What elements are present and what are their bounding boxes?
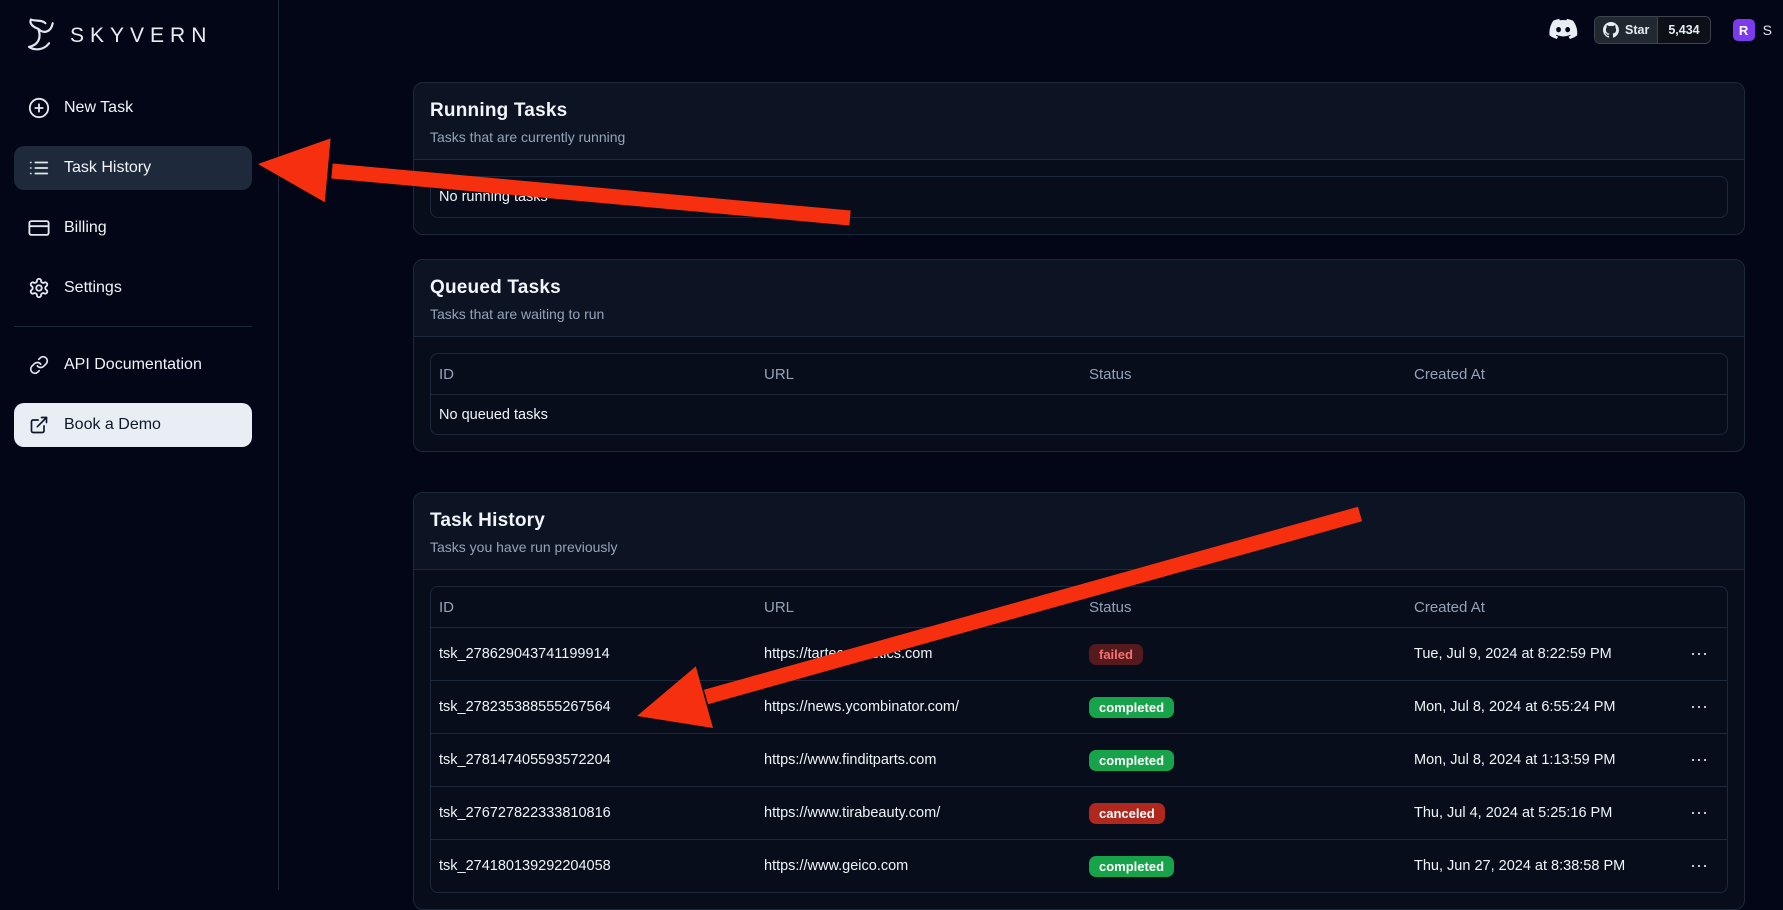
task-history-card: Task History Tasks you have run previous… xyxy=(413,492,1745,910)
task-id: tsk_274180139292204058 xyxy=(431,858,756,874)
sidebar-item-label: Billing xyxy=(64,219,107,237)
status-badge: completed xyxy=(1089,750,1174,771)
running-tasks-subtitle: Tasks that are currently running xyxy=(430,129,1728,145)
task-created-at: Thu, Jun 27, 2024 at 8:38:58 PM xyxy=(1406,858,1671,874)
skyvern-logo[interactable]: SKYVERN xyxy=(20,12,260,60)
sidebar-item-label: New Task xyxy=(64,99,133,117)
column-header-status: Status xyxy=(1081,599,1406,616)
queued-tasks-subtitle: Tasks that are waiting to run xyxy=(430,306,1728,322)
sidebar-item-book-a-demo[interactable]: Book a Demo xyxy=(14,403,252,447)
running-tasks-table: No running tasks xyxy=(430,176,1728,218)
sidebar-item-api-documentation[interactable]: API Documentation xyxy=(14,343,252,387)
sidebar: SKYVERN New Task Task History Billing Se… xyxy=(0,0,279,890)
task-url: https://www.geico.com xyxy=(756,858,1081,874)
credit-card-icon xyxy=(28,217,50,239)
queued-tasks-title: Queued Tasks xyxy=(430,277,1728,299)
row-actions-button[interactable]: ⋯ xyxy=(1684,855,1714,877)
task-history-row-5[interactable]: tsk_274180139292204058 https://www.geico… xyxy=(431,839,1727,892)
sidebar-divider xyxy=(14,326,252,327)
table-header-row: ID URL Status Created At xyxy=(431,587,1727,627)
row-actions-button[interactable]: ⋯ xyxy=(1684,643,1714,665)
running-tasks-card: Running Tasks Tasks that are currently r… xyxy=(413,82,1745,235)
link-icon xyxy=(28,354,50,376)
task-history-row-1[interactable]: tsk_278629043741199914 https://tartecosm… xyxy=(431,627,1727,680)
column-header-url: URL xyxy=(756,366,1081,383)
row-actions-button[interactable]: ⋯ xyxy=(1684,802,1714,824)
column-header-status: Status xyxy=(1081,366,1406,383)
column-header-id: ID xyxy=(431,366,756,383)
task-id: tsk_278629043741199914 xyxy=(431,646,756,662)
gear-icon xyxy=(28,277,50,299)
main-content: Running Tasks Tasks that are currently r… xyxy=(413,0,1745,890)
list-icon xyxy=(28,157,50,179)
queued-tasks-table: ID URL Status Created At No queued tasks xyxy=(430,353,1728,435)
sidebar-nav: New Task Task History Billing Settings xyxy=(14,86,264,447)
queued-tasks-empty-row: No queued tasks xyxy=(431,394,1727,434)
table-header-row: ID URL Status Created At xyxy=(431,354,1727,394)
status-badge: completed xyxy=(1089,856,1174,877)
task-history-row-2[interactable]: tsk_278235388555267564 https://news.ycom… xyxy=(431,680,1727,733)
row-actions-button[interactable]: ⋯ xyxy=(1684,696,1714,718)
column-header-created-at: Created At xyxy=(1406,366,1727,383)
sidebar-item-label: Task History xyxy=(64,159,151,177)
task-url: https://news.ycombinator.com/ xyxy=(756,699,1081,715)
task-url: https://www.tirabeauty.com/ xyxy=(756,805,1081,821)
queued-tasks-header: Queued Tasks Tasks that are waiting to r… xyxy=(414,260,1744,337)
sidebar-item-settings[interactable]: Settings xyxy=(14,266,252,310)
plus-circle-icon xyxy=(28,97,50,119)
task-history-row-3[interactable]: tsk_278147405593572204 https://www.findi… xyxy=(431,733,1727,786)
task-url: https://tartecosmetics.com xyxy=(756,646,1081,662)
sidebar-item-label: Settings xyxy=(64,279,122,297)
task-history-header: Task History Tasks you have run previous… xyxy=(414,493,1744,570)
status-badge: completed xyxy=(1089,697,1174,718)
row-actions-button[interactable]: ⋯ xyxy=(1684,749,1714,771)
user-name-partial: S xyxy=(1763,22,1772,38)
queued-tasks-card: Queued Tasks Tasks that are waiting to r… xyxy=(413,259,1745,452)
task-history-table: ID URL Status Created At tsk_27862904374… xyxy=(430,586,1728,893)
task-created-at: Mon, Jul 8, 2024 at 6:55:24 PM xyxy=(1406,699,1671,715)
external-link-icon xyxy=(28,414,50,436)
task-id: tsk_278147405593572204 xyxy=(431,752,756,768)
empty-state-text: No running tasks xyxy=(431,189,556,205)
running-tasks-header: Running Tasks Tasks that are currently r… xyxy=(414,83,1744,160)
task-history-row-4[interactable]: tsk_276727822333810816 https://www.tirab… xyxy=(431,786,1727,839)
column-header-url: URL xyxy=(756,599,1081,616)
task-history-subtitle: Tasks you have run previously xyxy=(430,539,1728,555)
sidebar-item-task-history[interactable]: Task History xyxy=(14,146,252,190)
task-created-at: Tue, Jul 9, 2024 at 8:22:59 PM xyxy=(1406,646,1671,662)
status-badge: failed xyxy=(1089,644,1143,665)
task-id: tsk_276727822333810816 xyxy=(431,805,756,821)
task-history-row-2-id: tsk_278235388555267564 xyxy=(431,699,756,715)
sidebar-item-billing[interactable]: Billing xyxy=(14,206,252,250)
task-url: https://www.finditparts.com xyxy=(756,752,1081,768)
task-history-title: Task History xyxy=(430,510,1728,532)
empty-state-text: No queued tasks xyxy=(431,407,556,423)
task-created-at: Mon, Jul 8, 2024 at 1:13:59 PM xyxy=(1406,752,1671,768)
sidebar-item-label: Book a Demo xyxy=(64,416,161,434)
brand-wordmark: SKYVERN xyxy=(70,24,212,48)
running-tasks-title: Running Tasks xyxy=(430,100,1728,122)
sidebar-item-label: API Documentation xyxy=(64,356,202,374)
sidebar-item-new-task[interactable]: New Task xyxy=(14,86,252,130)
skyvern-logo-icon xyxy=(20,16,60,56)
status-badge: canceled xyxy=(1089,803,1165,824)
column-header-created-at: Created At xyxy=(1406,599,1671,616)
column-header-id: ID xyxy=(431,599,756,616)
running-tasks-empty-row: No running tasks xyxy=(431,177,1727,217)
task-created-at: Thu, Jul 4, 2024 at 5:25:16 PM xyxy=(1406,805,1671,821)
